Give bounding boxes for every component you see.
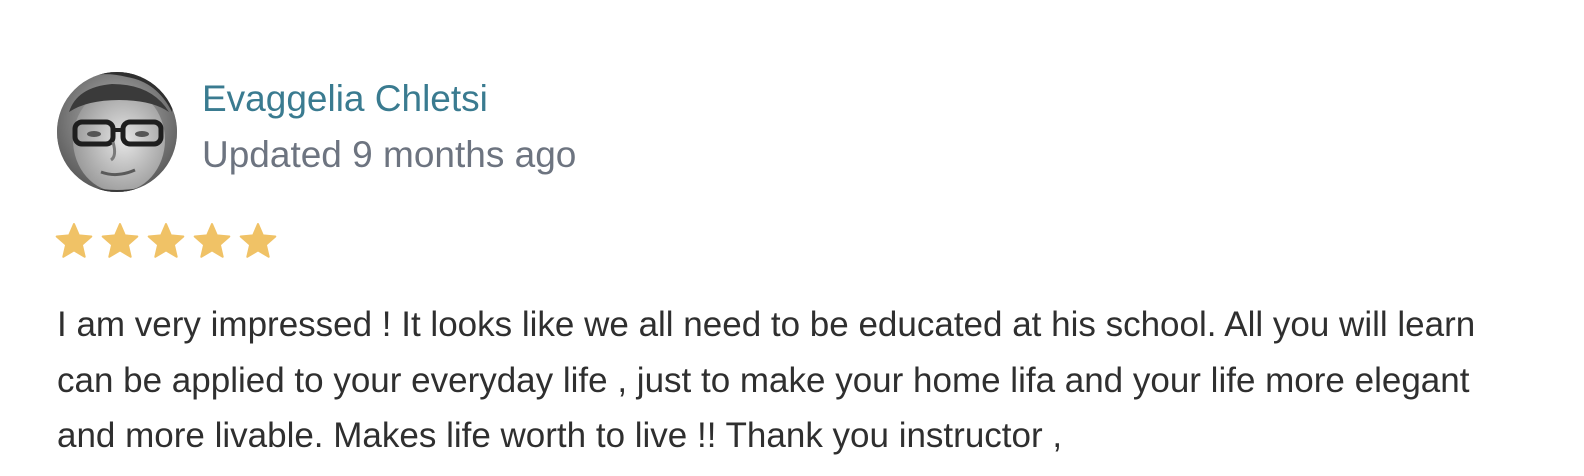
review-updated-time: Updated 9 months ago	[202, 134, 577, 175]
star-icon	[55, 222, 93, 260]
star-icon	[193, 222, 231, 260]
review-card: Evaggelia Chletsi Updated 9 months ago I…	[0, 0, 1584, 476]
review-text: I am very impressed ! It looks like we a…	[57, 305, 1476, 455]
star-rating	[55, 222, 277, 262]
avatar-photo-icon	[57, 72, 177, 192]
star-icon	[239, 222, 277, 260]
reviewer-name[interactable]: Evaggelia Chletsi	[202, 76, 488, 122]
avatar[interactable]	[57, 72, 177, 192]
star-icon	[101, 222, 139, 260]
star-icon	[147, 222, 185, 260]
